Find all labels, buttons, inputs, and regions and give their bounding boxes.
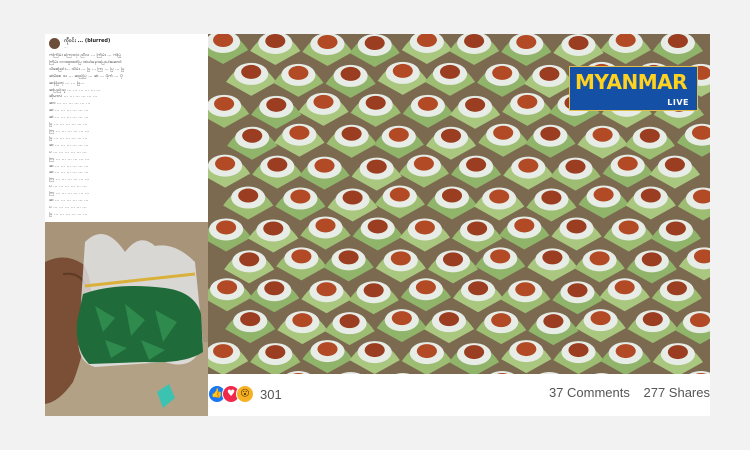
post-header: ကိုဝင်း ... (blurred) ...: [45, 34, 208, 50]
post-text-line: ဆ ... ... ... ... ... ...: [49, 198, 89, 204]
post-text-line: ပြ ... ... ... ... ... ...: [49, 135, 88, 141]
shares-link[interactable]: 277 Shares: [644, 385, 711, 400]
post-time: ...: [64, 44, 68, 49]
reaction-count: 301: [260, 386, 282, 402]
post-text: ကံကြိမ်း ကြောလုံး ညီလ ... ကြိမ်း ... ကံပ…: [45, 50, 208, 219]
post-text-line: ဆိုမာလဲ ... ... ... ... ... ...: [49, 94, 98, 100]
post-text-line: ဆ ... ... ... ... ... ...: [49, 170, 89, 176]
post-text-line: ပြ ... ... ... ... ... ...: [49, 211, 88, 217]
post-text-line: ပြ ... ... ... ... ... ...: [49, 122, 88, 128]
myanmar-live-logo: MYANMAR LIVE: [569, 66, 698, 111]
reactions-summary[interactable]: 👍 ♥ 😮 301: [208, 384, 282, 404]
post-text-line: ကြ ... ... ... ... ... ...: [49, 177, 90, 183]
reaction-bar: 👍 ♥ 😮 301 37 Comments 277 Shares: [208, 374, 710, 416]
betel-bag-illustration: [45, 222, 208, 416]
post-text-line: ကြ ... ... ... ... ... ...: [49, 156, 90, 162]
post-text-line: ပ ... ... ... ... ... ...: [49, 184, 87, 190]
post-text-line: ဆံ ... ... ... ... ... ...: [49, 115, 89, 121]
logo-subtitle: LIVE: [667, 98, 689, 107]
post-text-line: ကြ ... ... ... ... ... ...: [49, 128, 90, 134]
betel-bag-photo: [45, 222, 208, 416]
engagement-stats: 37 Comments 277 Shares: [539, 385, 710, 400]
post-text-line: ပ ... ... ... ... ... ...: [49, 204, 87, 210]
post-text-line: ကံကြိမ်း ကြောလုံး ညီလ ... ကြိမ်း ... ကံပ…: [49, 53, 121, 58]
post-text-line: ကြိမ်း လာထူးထင်ပြ ထဲပါးနောပြေးပါးဆောင်: [49, 59, 122, 65]
post-text-line: ဆ ... ... ... ... ... ...: [49, 108, 89, 114]
post-text-line: သိစေခြင်း... သိမ်း ... ပြ ... ကြ ... ပြ …: [49, 66, 125, 72]
post-text-line: ဆာ ... ... ... ... ... ...: [49, 101, 91, 107]
post-text-line: ဆန်ပြတဲ့ ... ... ပြ...: [49, 80, 85, 86]
comments-link[interactable]: 37 Comments: [549, 385, 630, 400]
post-text-line: ဆံမိစေ သ ... ဆည့်ပြဲ ... ဆံ ... ပိုက် ..…: [49, 73, 123, 79]
wow-icon: 😮: [236, 385, 254, 403]
logo-title: MYANMAR: [575, 70, 687, 94]
avatar: [49, 38, 60, 49]
post-text-line: ဆ ... ... ... ... ... ...: [49, 163, 89, 169]
post-text-line: ဆပြည့်သူ ... ... ... ... ... ...: [49, 87, 101, 93]
post-text-line: ဆ ... ... ... ... ... ...: [49, 142, 89, 148]
post-text-line: ပ ... ... ... ... ... ...: [49, 149, 87, 155]
post-meta: ကိုဝင်း ... (blurred) ...: [64, 38, 110, 50]
post-author: ကိုဝင်း ... (blurred): [64, 38, 111, 44]
post-text-line: ကြ ... ... ... ... ... ...: [49, 191, 90, 197]
facebook-post-screenshot: ကိုဝင်း ... (blurred) ... ကံကြိမ်း ကြောလ…: [45, 34, 208, 222]
